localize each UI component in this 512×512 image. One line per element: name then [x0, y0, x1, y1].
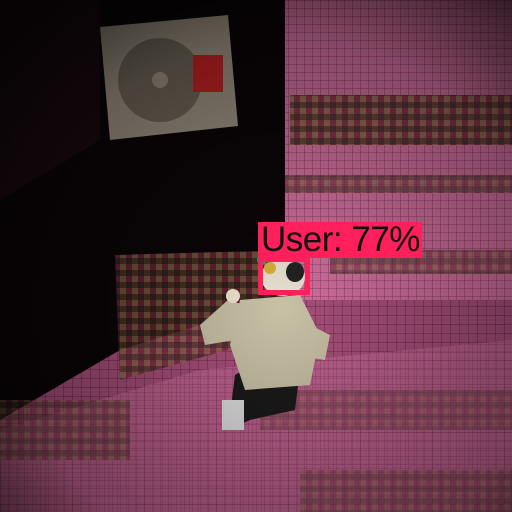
scene-render: [0, 0, 512, 512]
detection-bounding-box: [258, 257, 310, 295]
detection-label: User: 77%: [258, 222, 422, 258]
game-viewport: User: 77%: [0, 0, 512, 512]
